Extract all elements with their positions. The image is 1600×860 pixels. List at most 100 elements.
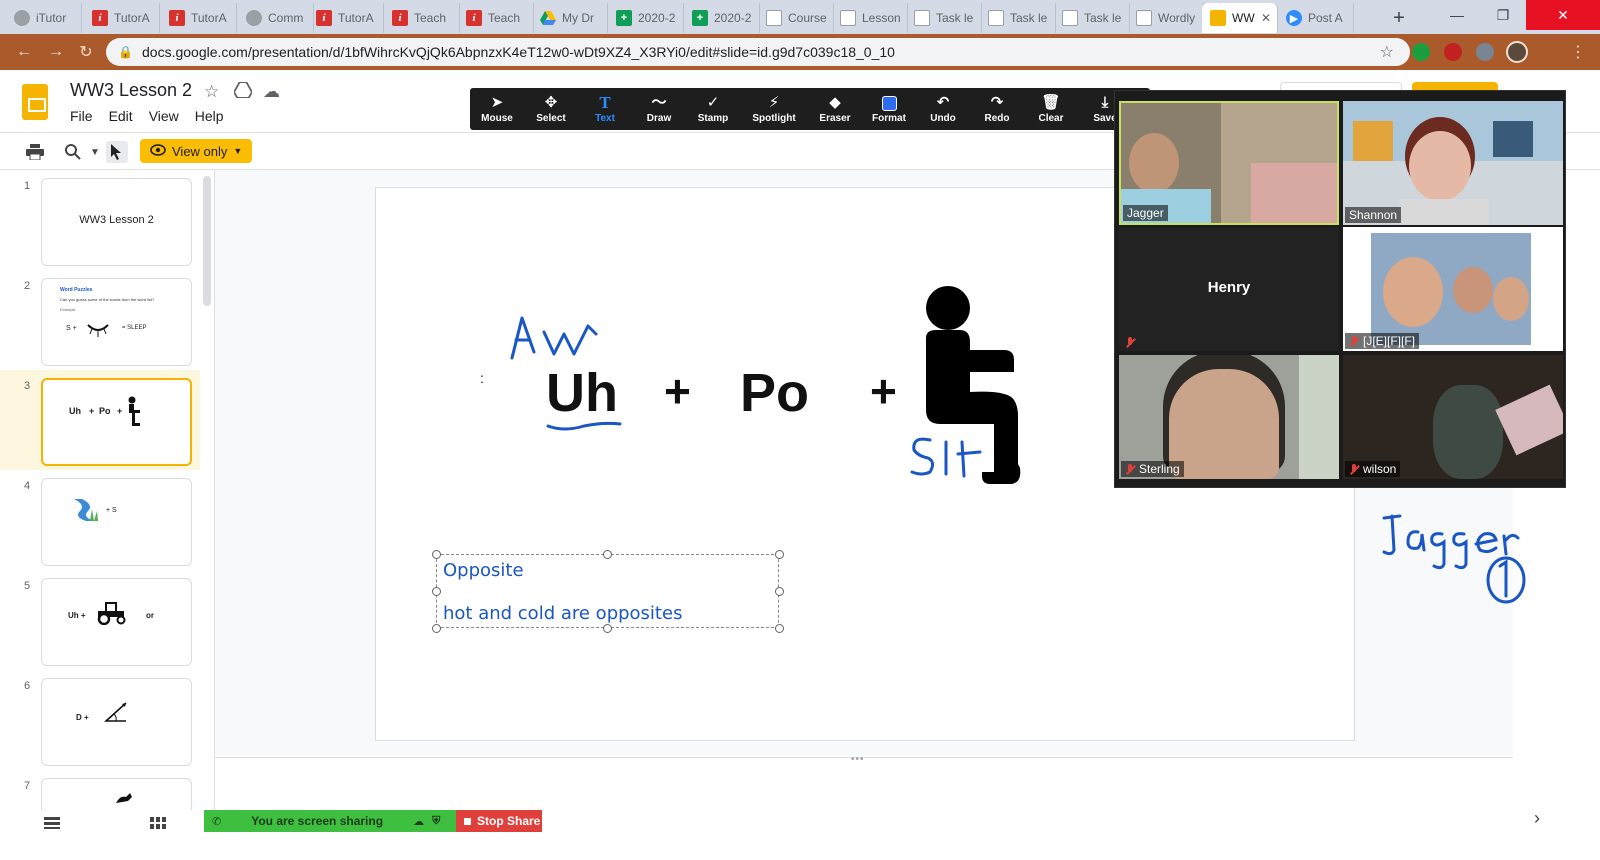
browser-tab-active[interactable]: WW ✕ [1202,3,1278,33]
thumbnail-text: + [117,406,123,416]
participant-face [1169,369,1279,479]
grid-view-icon[interactable] [150,816,166,834]
close-icon[interactable]: ✕ [1261,11,1271,25]
format-button[interactable]: Format [862,88,916,130]
video-tile[interactable]: Henry [1119,227,1339,351]
extension-icon[interactable] [1444,43,1462,61]
draw-button[interactable]: 〜 Draw [632,88,686,130]
slide-thumbnail[interactable]: 1 WW3 Lesson 2 [0,170,200,270]
menu-view[interactable]: View [149,108,179,124]
spotlight-button[interactable]: ⚡ Spotlight [740,88,808,130]
chevron-right-icon[interactable]: › [1534,808,1540,829]
menu-edit[interactable]: Edit [109,108,133,124]
eraser-button[interactable]: ◆ Eraser [808,88,862,130]
participant-name: Henry [1207,279,1251,296]
resize-handle[interactable] [603,550,612,559]
browser-tab[interactable]: iTutor [6,3,82,33]
menu-file[interactable]: File [70,108,93,124]
shield-icon: ⛨ [432,814,441,827]
browser-tab[interactable]: +2020-2 [684,3,760,33]
clear-button[interactable]: 🗑 Clear [1024,88,1078,130]
browser-tab[interactable]: Task le [980,3,1056,33]
browser-tab[interactable]: i Teach [458,3,534,33]
handwriting-underline [546,421,622,431]
drag-handle-icon[interactable]: ✆ [212,815,221,828]
filmstrip-scrollbar[interactable] [203,176,211,306]
browser-tab[interactable]: ▶ Post A [1278,3,1354,33]
participant-name: Shannon [1349,208,1398,222]
move-to-drive-icon[interactable] [232,81,254,103]
browser-tab[interactable]: Wordly [1128,3,1204,33]
restore-button[interactable]: ❐ [1480,0,1526,30]
resize-handle[interactable] [432,624,441,633]
mouse-button[interactable]: ➤ Mouse [470,88,524,130]
slide-thumbnail[interactable]: 5 Uh + or [0,570,200,670]
video-tile[interactable]: Jagger [1119,101,1339,225]
chevron-down-icon[interactable]: ▼ [84,141,106,163]
video-tile[interactable]: Sterling [1119,355,1339,479]
redo-button[interactable]: ↷ Redo [970,88,1024,130]
browser-tab[interactable]: i TutorA [161,3,237,33]
address-bar-row: ← → ↻ 🔒 docs.google.com/presentation/d/1… [0,34,1600,70]
select-cursor-icon[interactable] [106,141,128,163]
slides-logo-icon[interactable] [22,84,48,120]
menu-help[interactable]: Help [195,108,224,124]
print-icon[interactable] [24,141,46,163]
slide-thumbnail[interactable]: 2 Word Puzzles Can you guess some of the… [0,270,200,370]
video-tile[interactable]: [J[E][F][F] [1343,227,1563,351]
slide-thumbnail[interactable]: 7 [0,770,200,810]
browser-tab[interactable]: My Dr [532,3,608,33]
reload-icon[interactable]: ↻ [74,40,98,64]
select-button[interactable]: ✥ Select [524,88,578,130]
resize-handle[interactable] [603,624,612,633]
browser-tab[interactable]: i TutorA [84,3,160,33]
thumbnail-title: Word Puzzles [60,287,93,293]
profile-avatar[interactable] [1506,41,1528,63]
minimize-button[interactable]: — [1434,0,1480,30]
url-bar[interactable]: 🔒 docs.google.com/presentation/d/1bfWihr… [106,38,1410,66]
forward-icon[interactable]: → [44,40,68,64]
browser-tab[interactable]: i TutorA [308,3,384,33]
format-icon [881,94,897,111]
resize-handle[interactable] [775,587,784,596]
slide-thumbnail[interactable]: 4 + S [0,470,200,570]
cloud-status-icon[interactable]: ☁ [263,82,280,102]
browser-tab[interactable]: +2020-2 [608,3,684,33]
extension-icon[interactable] [1412,43,1430,61]
browser-tab[interactable]: Task le [1054,3,1130,33]
resize-handle[interactable] [432,550,441,559]
muted-mic-icon [1125,463,1136,475]
notes-drag-handle[interactable]: ••• [851,754,865,765]
extensions-puzzle-icon[interactable] [1476,43,1494,61]
resize-handle[interactable] [775,550,784,559]
video-tile[interactable]: wilson [1343,355,1563,479]
speaker-notes[interactable]: ••• [215,754,1513,810]
video-tile[interactable]: Shannon [1343,101,1563,225]
slide-thumbnail[interactable]: 6 D + [0,670,200,770]
resize-handle[interactable] [432,587,441,596]
browser-tab[interactable]: Lesson [832,3,908,33]
list-view-icon[interactable] [44,816,60,834]
sheets-icon: + [616,10,632,26]
browser-tab[interactable]: i Teach [384,3,460,33]
slide-thumbnail-selected[interactable]: 3 Uh + Po + [0,370,200,470]
browser-tab[interactable]: Task le [906,3,982,33]
text-button[interactable]: T Text [578,88,632,130]
undo-button[interactable]: ↶ Undo [916,88,970,130]
eraser-icon: ◆ [829,94,841,111]
resize-handle[interactable] [775,624,784,633]
new-tab-button[interactable]: + [1386,5,1412,31]
document-title[interactable]: WW3 Lesson 2 [70,80,192,101]
stop-share-button[interactable]: Stop Share [456,810,542,832]
text-box[interactable]: Opposite hot and cold are opposites [436,554,779,628]
stamp-button[interactable]: ✓ Stamp [686,88,740,130]
browser-tab[interactable]: Course [758,3,834,33]
zoom-icon[interactable] [62,141,84,163]
view-only-button[interactable]: View only ▼ [140,139,253,163]
back-icon[interactable]: ← [12,40,36,64]
star-icon[interactable]: ☆ [204,82,219,102]
menu-dots-icon[interactable]: ⋮ [1566,40,1590,64]
browser-tab[interactable]: Comm [238,3,314,33]
window-close-button[interactable]: ✕ [1526,0,1600,30]
bookmark-star-icon[interactable]: ☆ [1380,42,1394,62]
